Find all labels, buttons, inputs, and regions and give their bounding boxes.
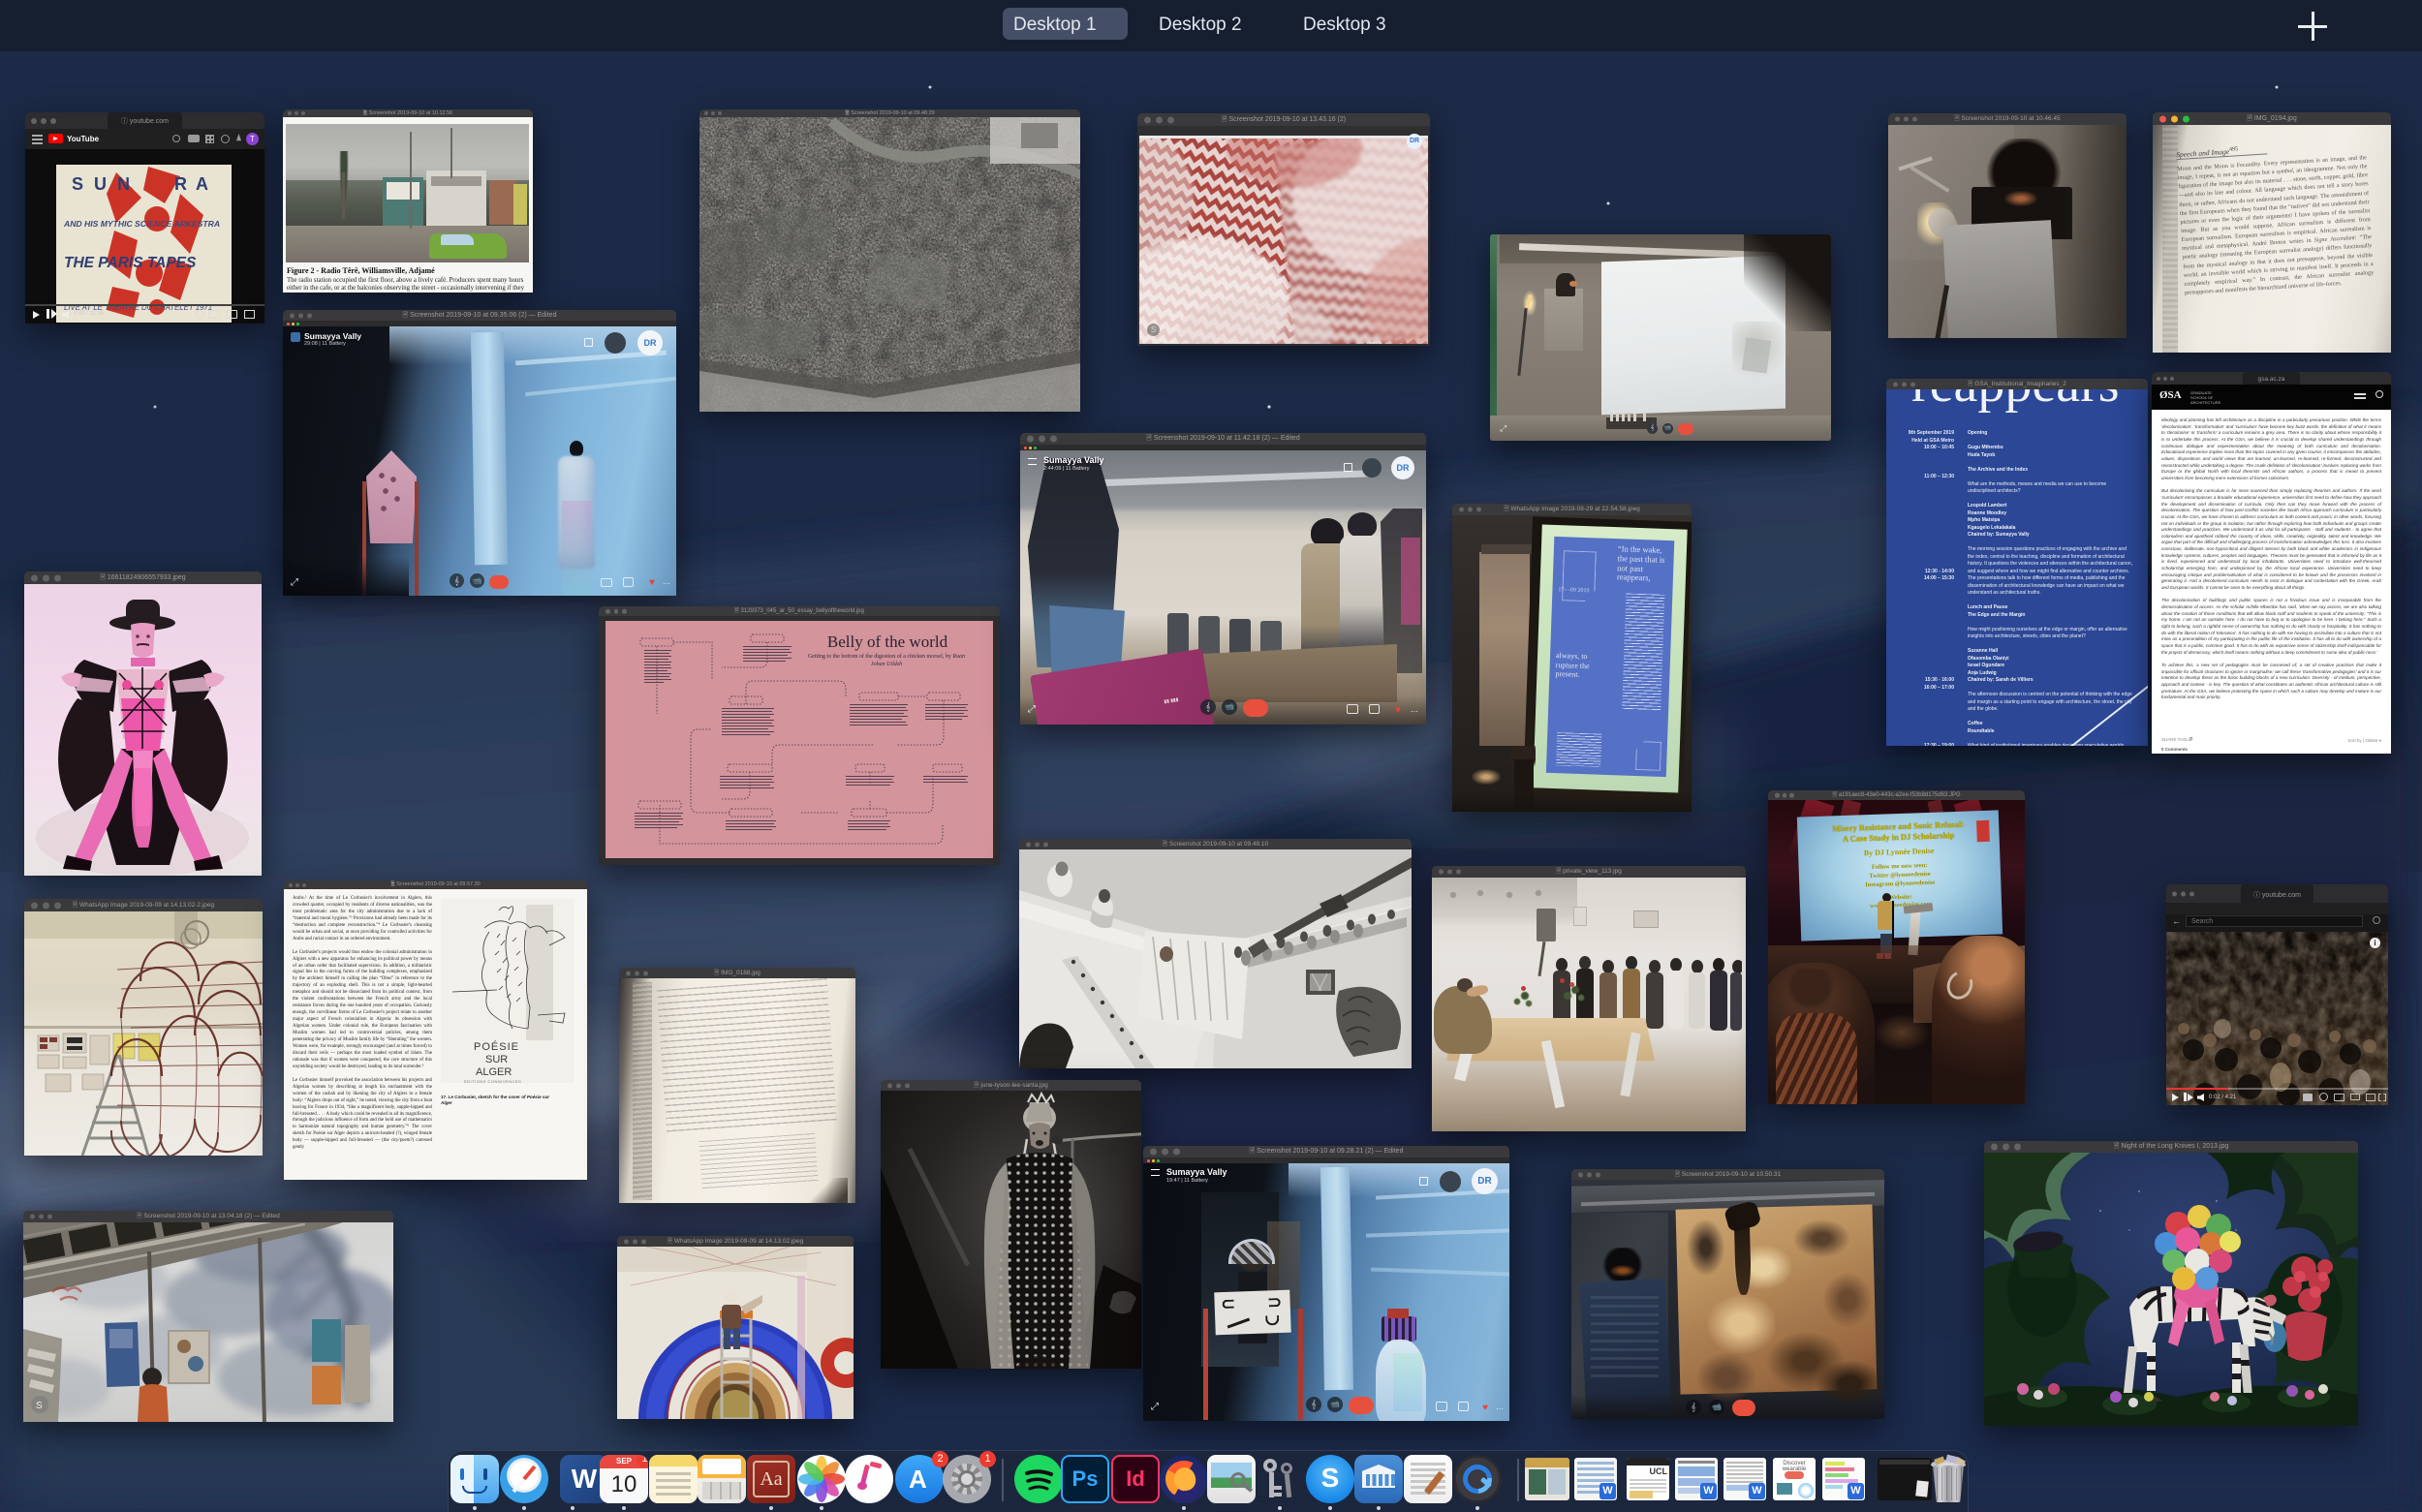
svg-text:ALGER: ALGER xyxy=(476,1066,512,1078)
svg-text:SUN: SUN xyxy=(72,174,140,194)
svg-text:SUR: SUR xyxy=(485,1054,508,1065)
svg-text:S: S xyxy=(36,1401,43,1411)
svg-text:THE PARIS TAPES: THE PARIS TAPES xyxy=(64,255,197,271)
svg-text:POÉSIE: POÉSIE xyxy=(474,1040,519,1053)
svg-text:AND HIS MYTHIC SCIENCE ARKESTR: AND HIS MYTHIC SCIENCE ARKESTRA xyxy=(63,219,220,229)
svg-text:RA: RA xyxy=(174,174,217,194)
